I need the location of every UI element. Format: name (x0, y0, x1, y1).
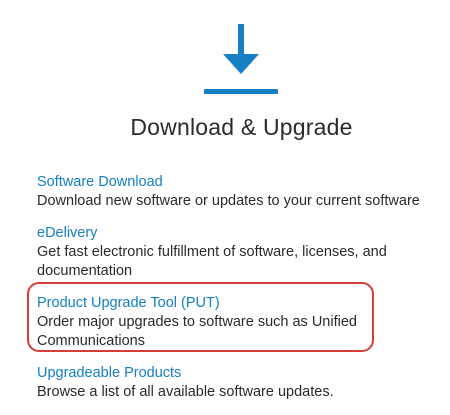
link-item-edelivery: eDelivery Get fast electronic fulfillmen… (37, 223, 437, 281)
upgradeable-products-link[interactable]: Upgradeable Products (37, 363, 437, 383)
link-item-software-download: Software Download Download new software … (37, 172, 437, 211)
edelivery-description: Get fast electronic fulfillment of softw… (37, 244, 387, 279)
software-download-description: Download new software or updates to your… (37, 193, 420, 209)
software-download-link[interactable]: Software Download (37, 172, 437, 192)
edelivery-link[interactable]: eDelivery (37, 223, 437, 243)
highlight-box (27, 282, 374, 352)
download-arrow-icon (204, 24, 278, 94)
page-title: Download & Upgrade (130, 114, 353, 140)
link-item-upgradeable-products: Upgradeable Products Browse a list of al… (37, 363, 437, 402)
upgradeable-products-description: Browse a list of all available software … (37, 384, 334, 400)
